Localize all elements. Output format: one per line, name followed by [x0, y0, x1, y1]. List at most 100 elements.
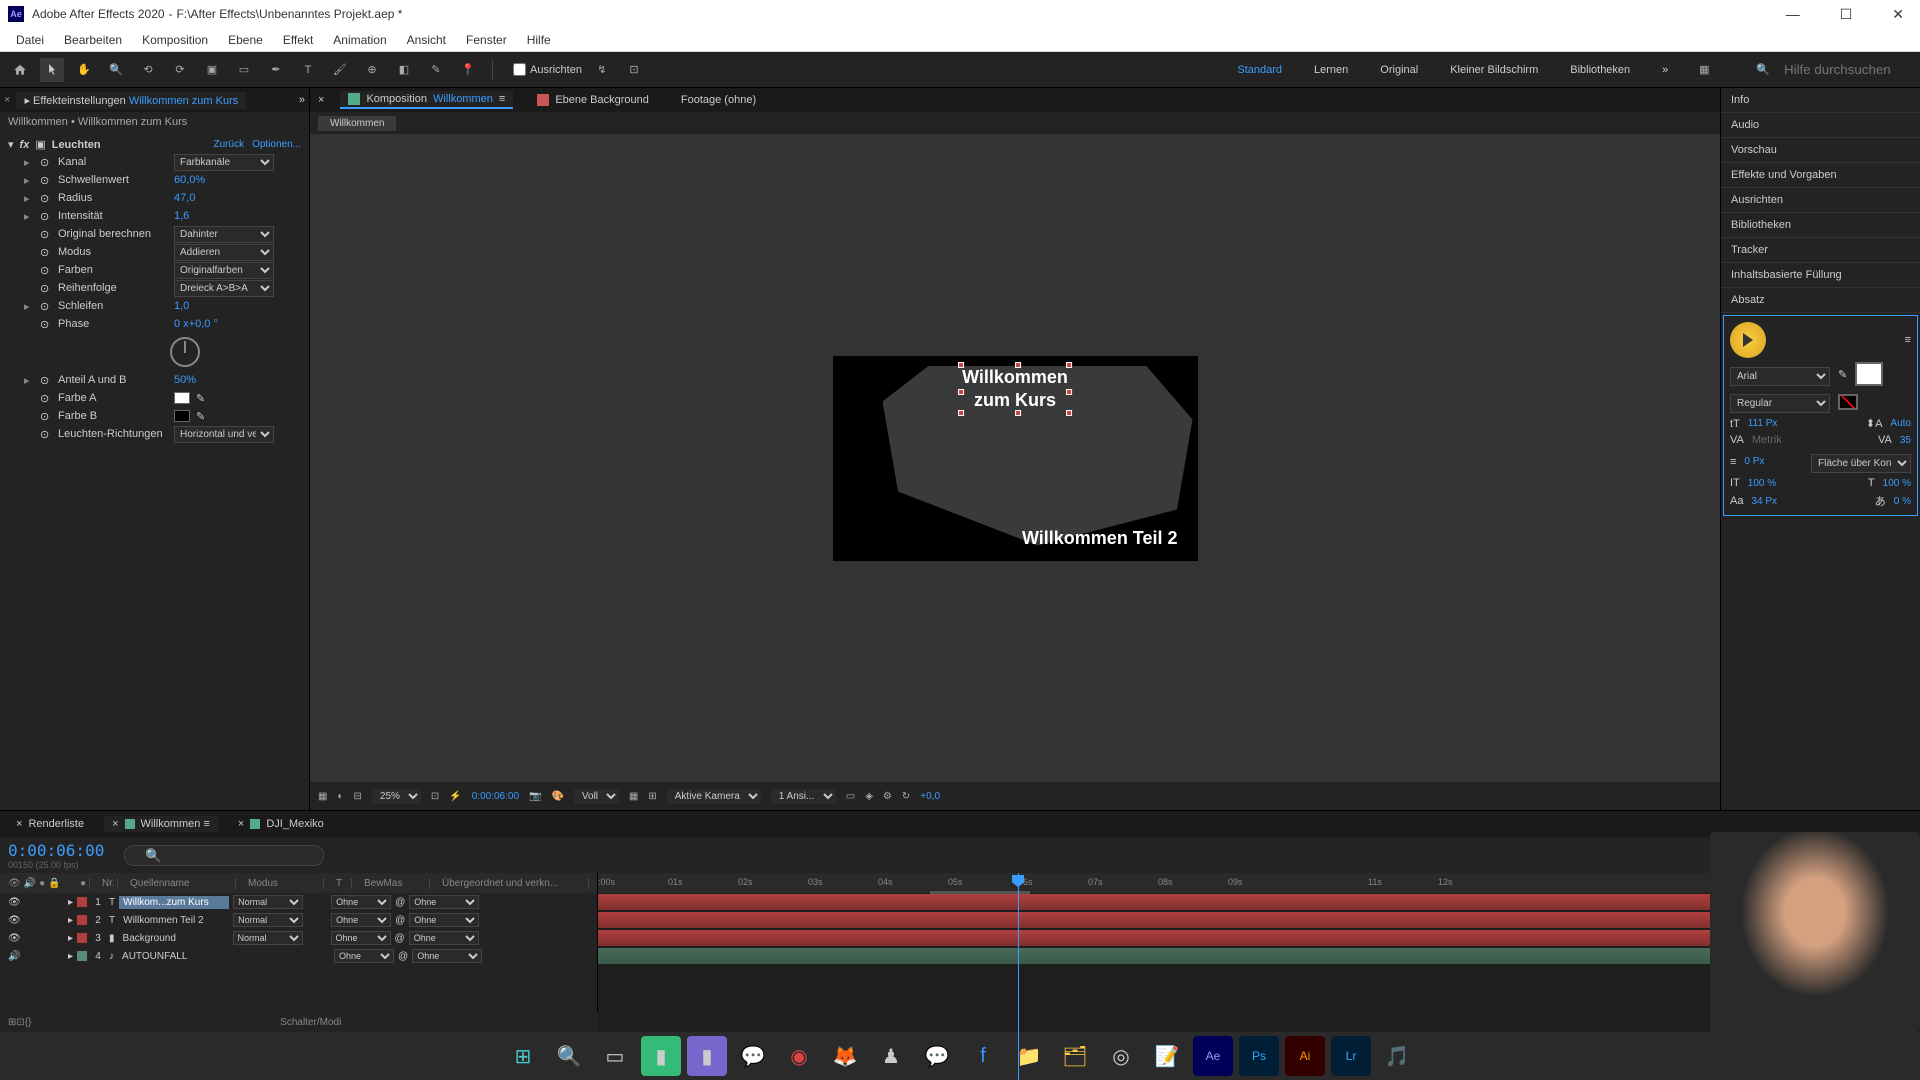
parent-select[interactable]: Ohne: [409, 931, 479, 945]
timeline-tab-renderliste[interactable]: × Renderliste: [8, 816, 92, 832]
footage-tab[interactable]: Footage (ohne): [673, 92, 764, 108]
expand-arrow[interactable]: ▸: [24, 210, 34, 223]
workspace-lernen[interactable]: Lernen: [1306, 60, 1356, 80]
mask-mode[interactable]: ⊡: [622, 58, 646, 82]
stopwatch-icon[interactable]: ⊙: [40, 228, 52, 240]
panel-absatz[interactable]: Absatz: [1721, 288, 1920, 313]
baseline[interactable]: 34 Px: [1751, 496, 1777, 507]
comp-viewer[interactable]: Willkommen zum Kurs Willkommen Teil 2: [833, 356, 1198, 561]
transparency-icon[interactable]: ▦: [629, 791, 638, 802]
eyedropper-icon[interactable]: ✎: [196, 410, 205, 423]
viewer-timecode[interactable]: 0:00:06:00: [472, 791, 519, 802]
whatsapp-app[interactable]: 💬: [733, 1036, 773, 1076]
res-auto-icon[interactable]: ⊡: [431, 791, 439, 802]
fx-options[interactable]: Optionen...: [252, 139, 301, 150]
stopwatch-icon[interactable]: ⊙: [40, 264, 52, 276]
panel-vorschau[interactable]: Vorschau: [1721, 138, 1920, 163]
menu-datei[interactable]: Datei: [8, 31, 52, 49]
menu-effekt[interactable]: Effekt: [275, 31, 321, 49]
brush-tool[interactable]: 🖌: [328, 58, 352, 82]
blend-mode[interactable]: Normal: [233, 913, 303, 927]
fast-preview-icon[interactable]: ⚡: [449, 791, 461, 802]
prop-value[interactable]: 0 x+0,0 °: [174, 318, 218, 330]
stopwatch-icon[interactable]: ⊙: [40, 192, 52, 204]
menu-animation[interactable]: Animation: [325, 31, 394, 49]
expand-arrow[interactable]: ▸: [68, 951, 73, 962]
guide-icon[interactable]: ⊞: [648, 791, 656, 802]
layer-tab[interactable]: Ebene Background: [529, 92, 657, 108]
orbit-tool[interactable]: ⟲: [136, 58, 160, 82]
expand-arrow[interactable]: ▸: [24, 174, 34, 187]
resolution-select[interactable]: Voll: [574, 789, 619, 804]
ae-app[interactable]: Ae: [1193, 1036, 1233, 1076]
rotate-tool[interactable]: ⟳: [168, 58, 192, 82]
parent-pickwhip[interactable]: @: [395, 933, 405, 944]
refresh-icon[interactable]: ↻: [902, 791, 910, 802]
visibility-toggle[interactable]: 👁: [8, 897, 20, 908]
blend-mode[interactable]: Normal: [233, 895, 303, 909]
expand-icon[interactable]: ⊡: [16, 1017, 24, 1028]
expand-arrow[interactable]: ▸: [24, 300, 34, 313]
app-1[interactable]: ▮: [641, 1036, 681, 1076]
brackets-icon[interactable]: {}: [25, 1017, 32, 1028]
expand-arrow[interactable]: ▸: [68, 915, 73, 926]
fx-reset[interactable]: Zurück: [214, 139, 245, 150]
switches-modes[interactable]: Schalter/Modi: [280, 1017, 341, 1028]
close-button[interactable]: ✕: [1884, 6, 1912, 23]
snapshot-icon[interactable]: 📷: [529, 791, 541, 802]
prop-select[interactable]: Horizontal und vert: [174, 426, 274, 443]
tab-menu-icon[interactable]: ≡: [499, 93, 505, 105]
expand-arrow[interactable]: ▸: [68, 897, 73, 908]
vscale[interactable]: 100 %: [1748, 478, 1776, 489]
prop-select[interactable]: Addieren: [174, 244, 274, 261]
obs-app[interactable]: ◎: [1101, 1036, 1141, 1076]
audio-col-icon[interactable]: 🔊: [24, 878, 36, 889]
layer-row-4[interactable]: 🔊▸4♪AUTOUNFALLOhne@Ohne: [0, 947, 597, 965]
roto-tool[interactable]: ✎: [424, 58, 448, 82]
panel-effekte-und-vorgaben[interactable]: Effekte und Vorgaben: [1721, 163, 1920, 188]
layer-name[interactable]: Willkommen Teil 2: [119, 914, 229, 927]
stopwatch-icon[interactable]: ⊙: [40, 318, 52, 330]
workspace-original[interactable]: Original: [1372, 60, 1426, 80]
comp-tab[interactable]: Komposition Willkommen ≡: [340, 91, 513, 109]
app-5[interactable]: 🗂: [1055, 1036, 1095, 1076]
panel-ausrichten[interactable]: Ausrichten: [1721, 188, 1920, 213]
ai-app[interactable]: Ai: [1285, 1036, 1325, 1076]
layer-row-1[interactable]: 👁▸1TWillkom...zum KursNormalOhne@Ohne: [0, 893, 597, 911]
menu-komposition[interactable]: Komposition: [134, 31, 216, 49]
prop-value[interactable]: 1,6: [174, 210, 189, 222]
prop-value[interactable]: 1,0: [174, 300, 189, 312]
hscale[interactable]: 100 %: [1883, 478, 1911, 489]
puppet-tool[interactable]: 📍: [456, 58, 480, 82]
snap-checkbox[interactable]: [513, 63, 526, 76]
taskview-app[interactable]: ▭: [595, 1036, 635, 1076]
stamp-tool[interactable]: ⊕: [360, 58, 384, 82]
prop-select[interactable]: Dahinter: [174, 226, 274, 243]
panel-bibliotheken[interactable]: Bibliotheken: [1721, 213, 1920, 238]
close-panel-icon[interactable]: ×: [4, 94, 10, 106]
stopwatch-icon[interactable]: ⊙: [40, 374, 52, 386]
menu-ansicht[interactable]: Ansicht: [399, 31, 454, 49]
close-tab[interactable]: ×: [16, 818, 22, 830]
facebook-app[interactable]: f: [963, 1036, 1003, 1076]
hand-tool[interactable]: ✋: [72, 58, 96, 82]
fill-color-swatch[interactable]: [1855, 362, 1883, 386]
pixel-aspect-icon[interactable]: ▭: [846, 791, 855, 802]
track-matte[interactable]: Ohne: [331, 913, 391, 927]
explorer-app[interactable]: 📁: [1009, 1036, 1049, 1076]
panel-tracker[interactable]: Tracker: [1721, 238, 1920, 263]
app-6[interactable]: 🎵: [1377, 1036, 1417, 1076]
label-color[interactable]: [77, 951, 87, 961]
expand-arrow[interactable]: ▸: [24, 192, 34, 205]
parent-pickwhip[interactable]: @: [398, 951, 408, 962]
help-search[interactable]: [1784, 62, 1904, 77]
prop-select[interactable]: Farbkanäle: [174, 154, 274, 171]
layer-row-3[interactable]: 👁▸3▮BackgroundNormalOhne@Ohne: [0, 929, 597, 947]
panel-inhaltsbasierte-füllung[interactable]: Inhaltsbasierte Füllung: [1721, 263, 1920, 288]
eyedropper-icon[interactable]: ✎: [1838, 368, 1847, 381]
panel-audio[interactable]: Audio: [1721, 113, 1920, 138]
prop-value[interactable]: 60,0%: [174, 174, 205, 186]
prop-value[interactable]: 47,0: [174, 192, 195, 204]
font-weight-select[interactable]: Regular: [1730, 394, 1830, 413]
track-matte[interactable]: Ohne: [331, 895, 391, 909]
